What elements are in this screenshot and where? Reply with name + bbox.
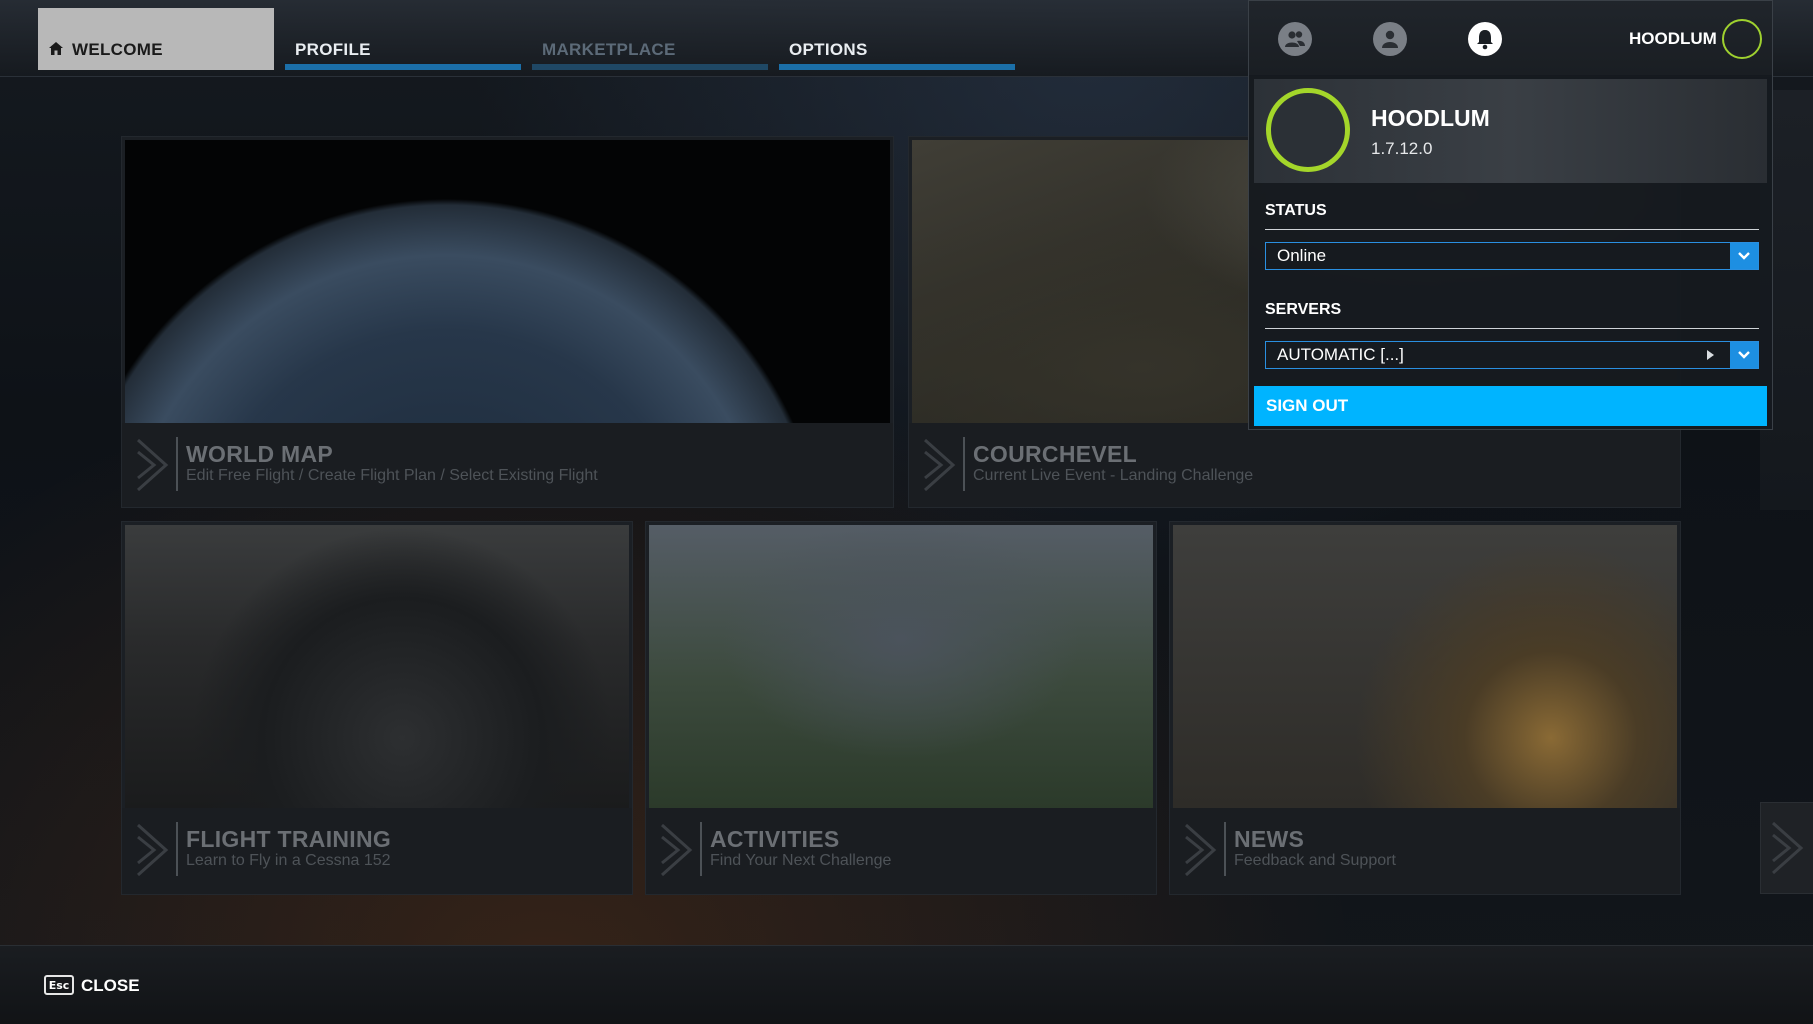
next-card-peek[interactable]: [1760, 802, 1813, 894]
bell-icon[interactable]: [1468, 22, 1502, 56]
servers-dropdown[interactable]: AUTOMATIC [...]: [1265, 341, 1759, 369]
divider: [1224, 822, 1226, 876]
chevron-right-icon: [137, 823, 169, 877]
chevron-right-icon: [661, 823, 693, 877]
divider: [963, 437, 965, 491]
version-label: 1.7.12.0: [1371, 139, 1433, 158]
card-image: [649, 525, 1153, 809]
bottom-bar: Esc CLOSE: [0, 945, 1813, 1024]
card-image: [125, 140, 890, 424]
esc-key-icon: Esc: [44, 975, 74, 995]
servers-value: AUTOMATIC [...]: [1277, 345, 1404, 364]
card-footer: WORLD MAP Edit Free Flight / Create Flig…: [122, 423, 893, 507]
divider: [700, 822, 702, 876]
card-title: FLIGHT TRAINING: [186, 826, 392, 852]
tab-profile-label: PROFILE: [295, 40, 371, 59]
signal-icon: [1704, 348, 1718, 362]
tab-options[interactable]: OPTIONS: [779, 8, 1015, 70]
card-flight-training[interactable]: FLIGHT TRAINING Learn to Fly in a Cessna…: [121, 521, 633, 895]
tab-marketplace-label: MARKETPLACE: [542, 40, 676, 59]
home-icon: [48, 41, 64, 60]
toolbar-username[interactable]: HOODLUM: [1629, 29, 1717, 49]
chevron-right-icon: [924, 438, 956, 492]
tab-profile[interactable]: PROFILE: [285, 8, 521, 70]
chevron-right-icon: [137, 438, 169, 492]
card-footer: ACTIVITIES Find Your Next Challenge: [646, 808, 1156, 894]
divider: [176, 437, 178, 491]
avatar: [1266, 88, 1350, 172]
card-title: WORLD MAP: [186, 441, 334, 467]
chevron-down-icon[interactable]: [1730, 243, 1758, 269]
chevron-right-icon: [1772, 821, 1804, 875]
status-value: Online: [1277, 246, 1327, 265]
divider: [176, 822, 178, 876]
card-title: NEWS: [1234, 826, 1305, 852]
divider: [1265, 328, 1759, 329]
tab-underline: [779, 64, 1015, 70]
tab-welcome[interactable]: WELCOME: [38, 8, 274, 70]
avatar[interactable]: [1722, 19, 1762, 59]
servers-label: SERVERS: [1265, 301, 1342, 318]
card-image: [1173, 525, 1677, 809]
card-subtitle: Edit Free Flight / Create Flight Plan / …: [186, 467, 598, 484]
tab-options-label: OPTIONS: [789, 40, 868, 59]
profile-username: HOODLUM: [1371, 105, 1490, 131]
chevron-down-icon[interactable]: [1730, 342, 1758, 368]
card-title: ACTIVITIES: [710, 826, 840, 852]
card-footer: COURCHEVEL Current Live Event - Landing …: [909, 423, 1680, 507]
panel-toolbar: HOODLUM: [1249, 1, 1772, 75]
card-subtitle: Find Your Next Challenge: [710, 852, 892, 869]
sign-out-button[interactable]: SIGN OUT: [1254, 386, 1767, 426]
status-dropdown[interactable]: Online: [1265, 242, 1759, 270]
card-footer: NEWS Feedback and Support: [1170, 808, 1680, 894]
card-news[interactable]: NEWS Feedback and Support: [1169, 521, 1681, 895]
profile-header: HOODLUM 1.7.12.0: [1254, 79, 1767, 183]
card-title: COURCHEVEL: [973, 441, 1138, 467]
card-world-map[interactable]: WORLD MAP Edit Free Flight / Create Flig…: [121, 136, 894, 508]
card-footer: FLIGHT TRAINING Learn to Fly in a Cessna…: [122, 808, 632, 894]
tab-welcome-label: WELCOME: [72, 40, 163, 59]
card-activities[interactable]: ACTIVITIES Find Your Next Challenge: [645, 521, 1157, 895]
tab-marketplace[interactable]: MARKETPLACE: [532, 8, 768, 70]
friends-icon[interactable]: [1278, 22, 1312, 56]
card-image: [125, 525, 629, 809]
chevron-right-icon: [1185, 823, 1217, 877]
card-subtitle: Learn to Fly in a Cessna 152: [186, 852, 391, 869]
card-subtitle: Current Live Event - Landing Challenge: [973, 467, 1254, 484]
close-button[interactable]: CLOSE: [81, 976, 140, 996]
card-subtitle: Feedback and Support: [1234, 852, 1396, 869]
tab-underline: [532, 64, 768, 70]
status-label: STATUS: [1265, 202, 1327, 219]
divider: [1265, 229, 1759, 230]
profile-icon[interactable]: [1373, 22, 1407, 56]
profile-panel: HOODLUM HOODLUM 1.7.12.0 STATUS Online S…: [1248, 0, 1773, 430]
tab-underline: [285, 64, 521, 70]
